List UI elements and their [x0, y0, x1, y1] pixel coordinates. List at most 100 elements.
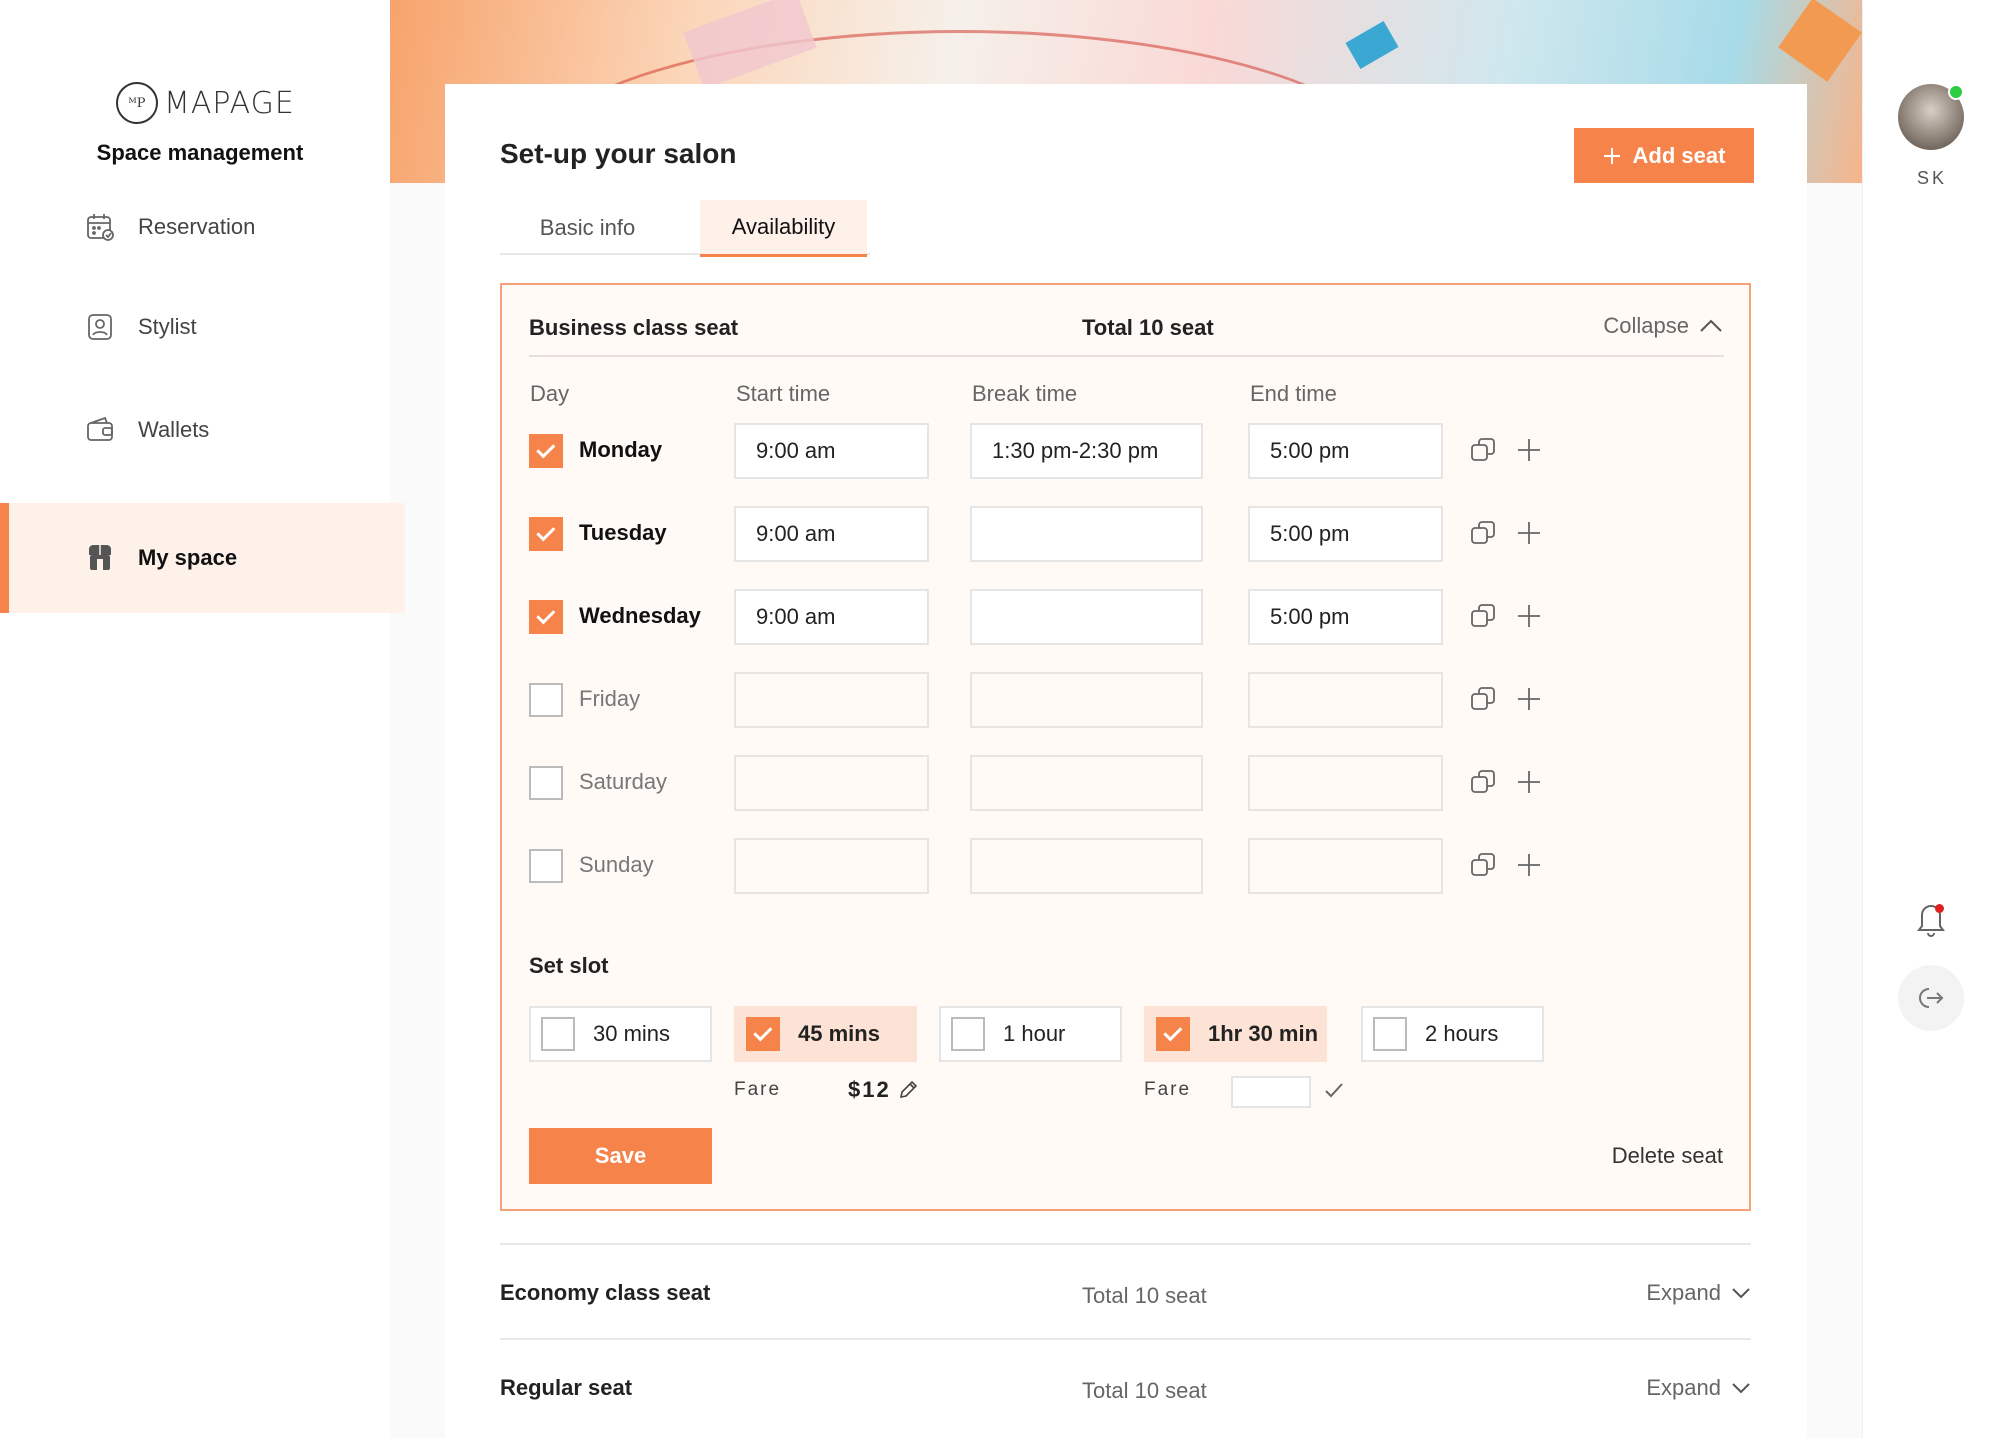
expand-toggle[interactable]: Expand [1646, 1375, 1751, 1401]
chevron-down-icon [1732, 1383, 1750, 1394]
sidebar-item-label: Reservation [138, 214, 256, 239]
fare-amount: $12 [848, 1077, 891, 1102]
break-time-input[interactable] [970, 506, 1203, 562]
slot-checkbox[interactable] [1373, 1017, 1407, 1051]
day-checkbox[interactable] [529, 766, 563, 800]
end-time-input[interactable]: 5:00 pm [1248, 506, 1443, 562]
brand-name: MAPAGE [164, 85, 295, 121]
plus-icon[interactable] [1514, 518, 1544, 548]
tab-availability[interactable]: Availability [700, 200, 867, 257]
fare-label: Fare [734, 1079, 782, 1100]
slot-option-30-mins[interactable]: 30 mins [529, 1006, 712, 1062]
seat-name: Regular seat [500, 1375, 633, 1400]
start-time-input[interactable] [734, 838, 929, 894]
tab-basic-info[interactable]: Basic info [500, 200, 675, 255]
slot-option-1hr-30-min[interactable]: 1hr 30 min [1144, 1006, 1327, 1062]
day-label: Monday [579, 437, 663, 462]
tab-bar: Basic info Availability [500, 200, 870, 257]
copy-icon[interactable] [1468, 435, 1498, 465]
chevron-up-icon [1700, 319, 1722, 332]
end-time-input[interactable] [1248, 755, 1443, 811]
seat-row-economy[interactable]: Economy class seat Total 10 seat Expand [500, 1243, 1751, 1333]
sidebar-item-stylist[interactable]: Stylist [0, 297, 405, 357]
break-time-input[interactable] [970, 589, 1203, 645]
start-time-input[interactable]: 9:00 am [734, 506, 929, 562]
plus-icon[interactable] [1514, 435, 1544, 465]
collapse-toggle[interactable]: Collapse [1603, 313, 1723, 339]
end-time-input[interactable] [1248, 672, 1443, 728]
column-header-start: Start time [736, 381, 831, 406]
expand-toggle[interactable]: Expand [1646, 1280, 1751, 1306]
logout-icon [1919, 988, 1944, 1008]
day-label: Tuesday [579, 520, 667, 545]
brand-subtitle: Space management [96, 140, 304, 165]
start-time-input[interactable] [734, 672, 929, 728]
slot-option-45-mins[interactable]: 45 mins [734, 1006, 917, 1062]
slot-checkbox[interactable] [541, 1017, 575, 1051]
bell-icon[interactable] [1913, 898, 1949, 938]
add-seat-label: Add seat [1632, 142, 1726, 168]
seat-row-regular[interactable]: Regular seat Total 10 seat Expand [500, 1338, 1751, 1428]
copy-icon[interactable] [1468, 850, 1498, 880]
plus-icon[interactable] [1514, 850, 1544, 880]
column-header-end: End time [1250, 381, 1337, 406]
copy-icon[interactable] [1468, 518, 1498, 548]
sidebar-item-reservation[interactable]: Reservation [0, 197, 405, 257]
break-time-input[interactable] [970, 672, 1203, 728]
table-row: Tuesday 9:00 am 5:00 pm [502, 506, 1753, 562]
seat-total: Total 10 seat [1082, 1283, 1207, 1308]
slot-label: 45 mins [798, 1021, 880, 1046]
wallet-icon [84, 414, 116, 446]
slot-option-2-hours[interactable]: 2 hours [1361, 1006, 1544, 1062]
slot-label: 30 mins [593, 1021, 671, 1046]
slot-checkbox[interactable] [1156, 1017, 1190, 1051]
break-time-input[interactable] [970, 755, 1203, 811]
seat-total: Total 10 seat [1082, 315, 1214, 340]
copy-icon[interactable] [1468, 767, 1498, 797]
slot-checkbox[interactable] [951, 1017, 985, 1051]
start-time-input[interactable] [734, 755, 929, 811]
fare-label: Fare [1144, 1079, 1192, 1100]
sidebar-item-wallets[interactable]: Wallets [0, 400, 405, 460]
day-checkbox[interactable] [529, 434, 563, 468]
online-status-dot [1948, 84, 1964, 100]
sidebar-item-my-space[interactable]: My space [0, 503, 405, 613]
slot-option-1-hour[interactable]: 1 hour [939, 1006, 1122, 1062]
start-time-input[interactable]: 9:00 am [734, 589, 929, 645]
pencil-icon[interactable] [897, 1079, 919, 1101]
day-label: Wednesday [579, 603, 701, 628]
end-time-input[interactable]: 5:00 pm [1248, 589, 1443, 645]
slot-label: 2 hours [1425, 1021, 1499, 1046]
copy-icon[interactable] [1468, 684, 1498, 714]
brand-logo[interactable]: ᴹP MAPAGE [116, 82, 295, 124]
day-checkbox[interactable] [529, 600, 563, 634]
day-checkbox[interactable] [529, 683, 563, 717]
logo-mark-icon: ᴹP [116, 82, 158, 124]
plus-icon[interactable] [1514, 767, 1544, 797]
sidebar-item-label: Stylist [138, 314, 197, 339]
day-checkbox[interactable] [529, 849, 563, 883]
save-button[interactable]: Save [529, 1128, 712, 1184]
end-time-input[interactable]: 5:00 pm [1248, 423, 1443, 479]
day-checkbox[interactable] [529, 517, 563, 551]
break-time-input[interactable]: 1:30 pm-2:30 pm [970, 423, 1203, 479]
add-seat-button[interactable]: Add seat [1574, 128, 1754, 183]
table-row: Wednesday 9:00 am 5:00 pm [502, 589, 1753, 645]
shop-icon [84, 542, 116, 574]
plus-icon[interactable] [1514, 601, 1544, 631]
id-badge-icon [84, 311, 116, 343]
start-time-input[interactable]: 9:00 am [734, 423, 929, 479]
copy-icon[interactable] [1468, 601, 1498, 631]
plus-icon[interactable] [1514, 684, 1544, 714]
logout-button[interactable] [1898, 965, 1964, 1031]
collapse-label: Collapse [1603, 313, 1689, 338]
check-icon[interactable] [1322, 1078, 1346, 1102]
table-row: Friday [502, 672, 1753, 728]
slot-checkbox[interactable] [746, 1017, 780, 1051]
delete-seat-link[interactable]: Delete seat [1612, 1143, 1723, 1169]
fare-input[interactable] [1231, 1076, 1311, 1108]
break-time-input[interactable] [970, 838, 1203, 894]
slot-label: 1 hour [1003, 1021, 1066, 1046]
end-time-input[interactable] [1248, 838, 1443, 894]
page-title: Set-up your salon [500, 138, 737, 169]
